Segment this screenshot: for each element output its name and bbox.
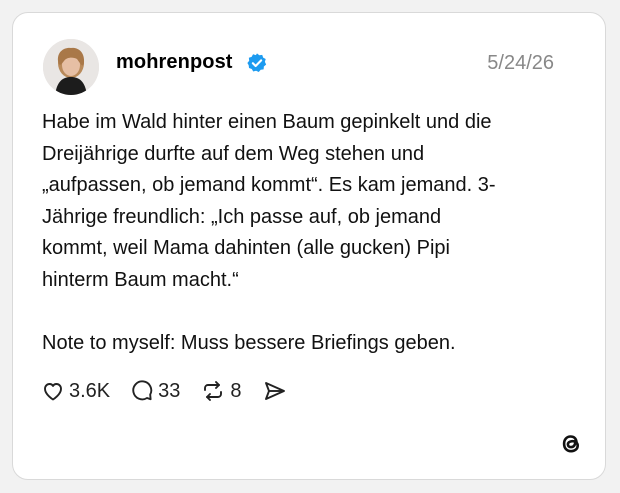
username[interactable]: mohrenpost [116, 51, 233, 74]
reply-button[interactable]: 33 [130, 379, 180, 403]
post-date: 5/24/26 [487, 52, 554, 74]
threads-logo-icon[interactable] [558, 429, 584, 457]
post-text: Habe im Wald hinter einen Baum gepinkelt… [42, 111, 496, 354]
action-bar: 3.6K 33 8 [41, 377, 308, 405]
repost-icon [204, 381, 223, 401]
heart-icon [44, 383, 62, 401]
avatar[interactable] [43, 39, 99, 95]
send-icon [264, 382, 285, 400]
like-count: 3.6K [69, 379, 111, 402]
repost-button[interactable]: 8 [200, 379, 242, 403]
verified-badge-icon [247, 53, 267, 72]
share-button[interactable] [262, 379, 288, 403]
post-card: mohrenpost 5/24/26 Habe im Wald hinter e… [12, 12, 606, 480]
like-button[interactable]: 3.6K [41, 379, 110, 403]
repost-count: 8 [230, 379, 242, 402]
reply-count: 33 [158, 379, 181, 402]
speech-bubble-icon [132, 380, 153, 401]
